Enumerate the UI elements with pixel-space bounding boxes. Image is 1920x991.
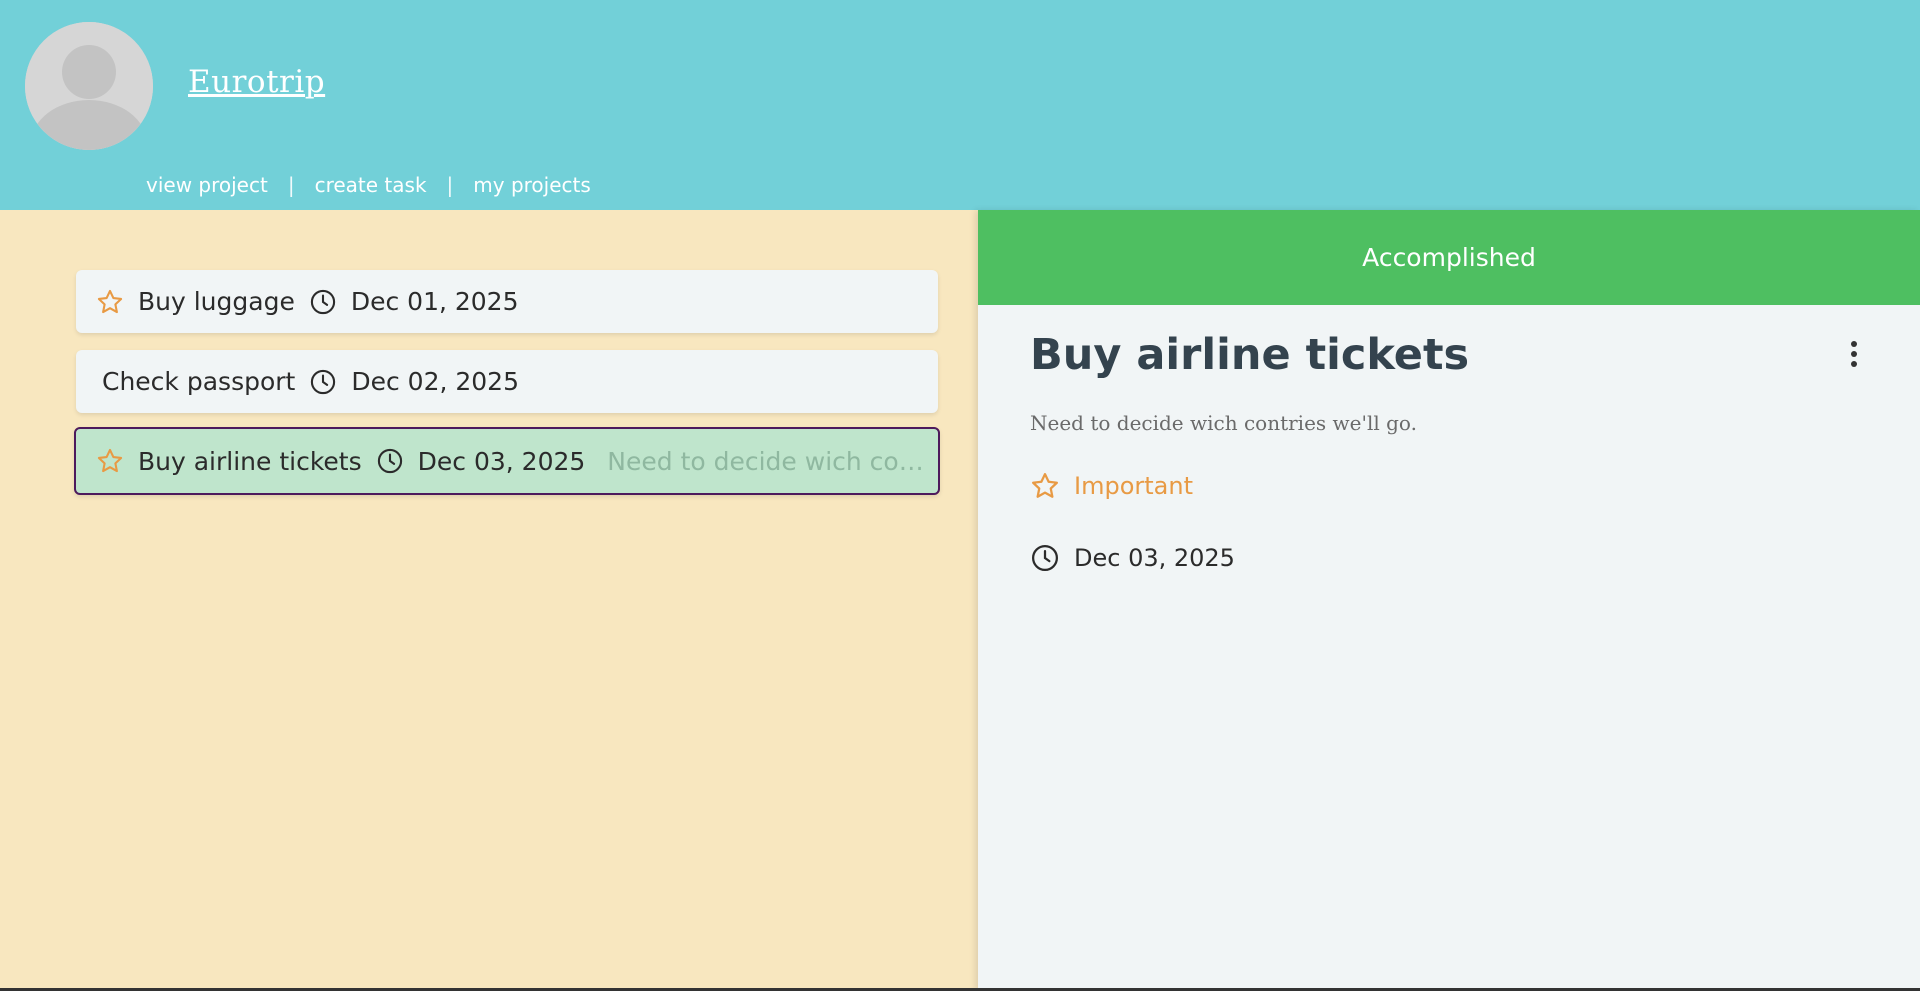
task-list-panel: Buy luggage Dec 01, 2025 Check passport … bbox=[0, 210, 978, 991]
project-nav: view project | create task | my projects bbox=[146, 173, 591, 197]
project-title[interactable]: Eurotrip bbox=[188, 64, 325, 100]
star-outline-icon[interactable] bbox=[96, 447, 124, 475]
task-date: Dec 03, 2025 bbox=[417, 446, 586, 476]
detail-priority[interactable]: Important bbox=[1030, 471, 1193, 501]
task-description-preview: Need to decide wich contries ... bbox=[607, 446, 938, 476]
nav-separator: | bbox=[287, 173, 295, 197]
task-card[interactable]: Check passport Dec 02, 2025 bbox=[76, 350, 938, 413]
nav-create-task[interactable]: create task bbox=[315, 173, 427, 197]
avatar[interactable] bbox=[25, 22, 153, 150]
more-vertical-icon[interactable] bbox=[1842, 336, 1866, 376]
task-date: Dec 02, 2025 bbox=[351, 367, 519, 396]
app-header: Eurotrip view project | create task | my… bbox=[0, 0, 1920, 210]
task-card[interactable]: Buy luggage Dec 01, 2025 bbox=[76, 270, 938, 333]
nav-my-projects[interactable]: my projects bbox=[473, 173, 591, 197]
star-outline-icon[interactable] bbox=[96, 288, 124, 316]
clock-icon bbox=[376, 447, 404, 475]
task-date: Dec 01, 2025 bbox=[350, 287, 519, 316]
user-silhouette-icon bbox=[25, 22, 153, 150]
nav-separator: | bbox=[446, 173, 454, 197]
priority-label: Important bbox=[1074, 472, 1193, 500]
star-outline-icon bbox=[1030, 471, 1060, 501]
status-button[interactable]: Accomplished bbox=[978, 210, 1920, 305]
detail-description: Need to decide wich contries we'll go. bbox=[1030, 411, 1417, 435]
task-title: Check passport bbox=[102, 367, 296, 396]
nav-view-project[interactable]: view project bbox=[146, 173, 268, 197]
clock-icon bbox=[309, 288, 337, 316]
clock-icon bbox=[1030, 543, 1060, 573]
task-detail-panel: Accomplished Buy airline tickets Need to… bbox=[978, 210, 1920, 991]
task-title: Buy luggage bbox=[138, 287, 295, 316]
task-card-selected[interactable]: Buy airline tickets Dec 03, 2025 Need to… bbox=[74, 427, 940, 495]
detail-due-date: Dec 03, 2025 bbox=[1030, 543, 1235, 573]
detail-title: Buy airline tickets bbox=[1030, 330, 1470, 380]
clock-icon bbox=[309, 368, 337, 396]
due-date-label: Dec 03, 2025 bbox=[1074, 544, 1235, 572]
task-title: Buy airline tickets bbox=[138, 446, 362, 476]
